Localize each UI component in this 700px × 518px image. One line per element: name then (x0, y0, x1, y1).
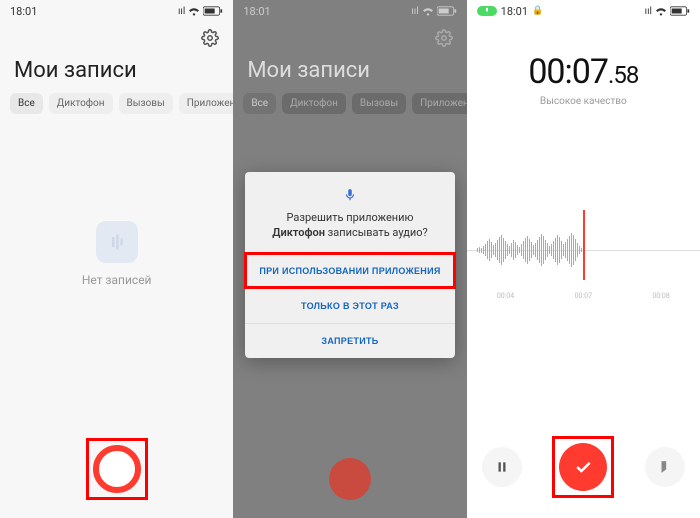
page-title: Мои записи (0, 54, 233, 93)
wifi-icon (422, 6, 434, 16)
status-icons: ııl (178, 6, 223, 17)
timer-main: 00:07 (528, 52, 608, 92)
tab-calls[interactable]: Вызовы (352, 93, 406, 114)
deny-button[interactable]: ЗАПРЕТИТЬ (245, 323, 454, 358)
allow-while-using-button[interactable]: ПРИ ИСПОЛЬЗОВАНИИ ПРИЛОЖЕНИЯ (245, 253, 454, 288)
settings-icon[interactable] (201, 29, 219, 47)
screen-permission-dialog: 18:01 ııl Мои записи Все Диктофон Вызовы… (233, 0, 466, 518)
status-bar: 18:01 ııl (0, 0, 233, 22)
settings-icon[interactable] (435, 29, 453, 47)
record-highlight (86, 438, 148, 500)
battery-icon (437, 6, 457, 16)
allow-once-button[interactable]: ТОЛЬКО В ЭТОТ РАЗ (245, 288, 454, 323)
mic-icon (257, 188, 442, 202)
wifi-icon (188, 6, 200, 16)
wifi-icon (655, 6, 667, 16)
timer-display: 00:07.58 Высокое качество (467, 22, 700, 107)
wave-amplitude (477, 230, 610, 270)
filter-tabs: Все Диктофон Вызовы Приложения (0, 93, 233, 114)
tab-dictaphone[interactable]: Диктофон (282, 93, 346, 114)
page-title: Мои записи (233, 54, 466, 93)
signal-icon: ııl (411, 6, 418, 17)
tab-all[interactable]: Все (243, 93, 276, 114)
signal-icon: ııl (178, 6, 185, 17)
status-icons: ııl (411, 6, 456, 17)
record-button[interactable] (329, 458, 371, 500)
filter-tabs: Все Диктофон Вызовы Приложения (233, 93, 466, 114)
flag-button[interactable] (645, 447, 685, 487)
status-time: 18:01 (10, 5, 37, 18)
quality-label: Высокое качество (467, 96, 700, 107)
screen-recordings-list: 18:01 ııl Мои записи Все Диктофон Вызовы… (0, 0, 233, 518)
battery-icon (203, 6, 223, 16)
record-button[interactable] (93, 445, 141, 493)
tab-dictaphone[interactable]: Диктофон (49, 93, 113, 114)
time-ticks: 00:04 00:07 00:08 (467, 292, 700, 300)
tab-apps[interactable]: Приложения (412, 93, 467, 114)
tab-apps[interactable]: Приложения (179, 93, 234, 114)
status-time: 18:01 (243, 5, 270, 18)
lock-icon: 🔒 (532, 6, 543, 16)
playhead-cursor (583, 210, 585, 280)
screen-recording-active: 18:01 🔒 ııl 00:07.58 Высокое качество (467, 0, 700, 518)
status-bar: 18:01 🔒 ııl (467, 0, 700, 22)
done-button[interactable] (559, 443, 607, 491)
signal-icon: ııl (645, 6, 652, 17)
waveform: 00:04 00:07 00:08 (467, 200, 700, 300)
permission-dialog: Разрешить приложению Диктофон записывать… (245, 172, 454, 358)
recording-pill[interactable] (477, 6, 497, 16)
tab-all[interactable]: Все (10, 93, 43, 114)
status-icons: ııl (645, 6, 690, 17)
empty-state: Нет записей (0, 154, 233, 354)
pause-button[interactable] (482, 447, 522, 487)
dialog-message: Разрешить приложению Диктофон записывать… (257, 210, 442, 241)
done-highlight (552, 436, 614, 498)
battery-icon (670, 6, 690, 16)
empty-mic-icon (96, 221, 138, 263)
timer-centiseconds: .58 (608, 61, 638, 89)
empty-text: Нет записей (82, 273, 152, 287)
status-bar: 18:01 ııl (233, 0, 466, 22)
status-time: 18:01 (501, 5, 528, 18)
tab-calls[interactable]: Вызовы (119, 93, 173, 114)
